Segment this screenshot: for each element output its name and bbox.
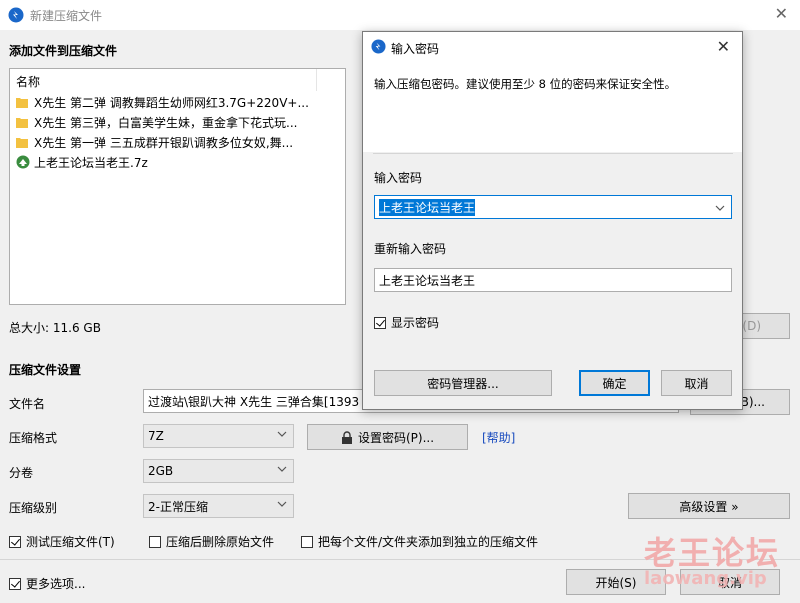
list-item[interactable]: X先生 第三弹，白富美学生妹，重金拿下花式玩... [16,112,297,132]
volume-select[interactable]: 2GB [143,459,294,483]
file-name: X先生 第二弹 调教舞蹈生幼师网红3.7G+220V+... [34,95,309,110]
close-icon[interactable]: ✕ [717,37,730,56]
file-name: X先生 第一弹 三五成群开银趴调教多位女奴,舞... [34,135,294,150]
checkbox-unchecked [149,535,161,548]
ok-button[interactable]: 确定 [579,370,650,396]
app-icon [371,39,386,54]
chevron-down-icon [277,431,287,437]
app-icon [8,7,24,23]
chevron-down-icon [715,205,725,211]
checkbox-checked [9,535,21,548]
list-item[interactable]: 上老王论坛当老王.7z [16,152,148,172]
password-manager-button[interactable]: 密码管理器... [374,370,552,396]
watermark-url: laowang.vip [644,568,767,589]
level-label: 压缩级别 [9,501,58,515]
password-input[interactable]: 上老王论坛当老王 [374,195,732,219]
checkbox-checked [9,577,21,590]
file-list[interactable]: 名称 X先生 第二弹 调教舞蹈生幼师网红3.7G+220V+... X先生 第三… [9,68,346,305]
dialog-info-text: 输入压缩包密码。建议使用至少 8 位的密码来保证安全性。 [374,77,677,91]
settings-heading: 压缩文件设置 [9,363,82,377]
lock-icon [341,430,352,444]
format-label: 压缩格式 [9,431,58,445]
title-bar: 新建压缩文件 ✕ [0,0,800,30]
close-icon[interactable]: ✕ [775,4,788,23]
level-select[interactable]: 2-正常压缩 [143,494,294,518]
dialog-info-area: 输入压缩包密码。建议使用至少 8 位的密码来保证安全性。 [363,62,742,152]
volume-label: 分卷 [9,466,34,480]
confirm-password-label: 重新输入密码 [374,242,447,256]
window-title: 新建压缩文件 [30,9,103,23]
dialog-cancel-button[interactable]: 取消 [661,370,732,396]
show-password-checkbox[interactable]: 显示密码 [374,314,439,331]
total-size: 总大小: 11.6 GB [9,321,101,335]
file-name: 上老王论坛当老王.7z [34,155,148,170]
delete-after-checkbox[interactable]: 压缩后删除原始文件 [149,533,274,550]
divider [373,153,733,154]
file-name: X先生 第三弹，白富美学生妹，重金拿下花式玩... [34,115,298,130]
password-label: 输入密码 [374,171,423,185]
confirm-password-input[interactable]: 上老王论坛当老王 [374,268,732,292]
help-link[interactable]: [帮助] [482,429,515,446]
folder-icon [16,117,28,128]
password-dialog: 输入密码 ✕ 输入压缩包密码。建议使用至少 8 位的密码来保证安全性。 输入密码… [362,31,743,410]
add-files-heading: 添加文件到压缩文件 [9,44,118,58]
test-archive-checkbox[interactable]: 测试压缩文件(T) [9,533,115,550]
dialog-title: 输入密码 [391,42,440,56]
chevron-down-icon [277,466,287,472]
filename-label: 文件名 [9,397,46,411]
separate-archives-checkbox[interactable]: 把每个文件/文件夹添加到独立的压缩文件 [301,533,538,550]
list-item[interactable]: X先生 第一弹 三五成群开银趴调教多位女奴,舞... [16,132,293,152]
checkbox-unchecked [301,535,313,548]
format-select[interactable]: 7Z [143,424,294,448]
folder-icon [16,137,28,148]
list-header-name: 名称 [16,75,41,89]
header-divider [316,69,317,91]
chevron-down-icon [277,501,287,507]
folder-icon [16,97,28,108]
advanced-settings-button[interactable]: 高级设置 » [628,493,790,519]
archive-file-icon [16,155,30,169]
set-password-button[interactable]: 设置密码(P)... [307,424,468,450]
checkbox-checked [374,316,386,329]
list-item[interactable]: X先生 第二弹 调教舞蹈生幼师网红3.7G+220V+... [16,92,309,112]
dialog-title-bar: 输入密码 ✕ [363,32,742,62]
more-options-checkbox[interactable]: 更多选项... [9,575,85,592]
